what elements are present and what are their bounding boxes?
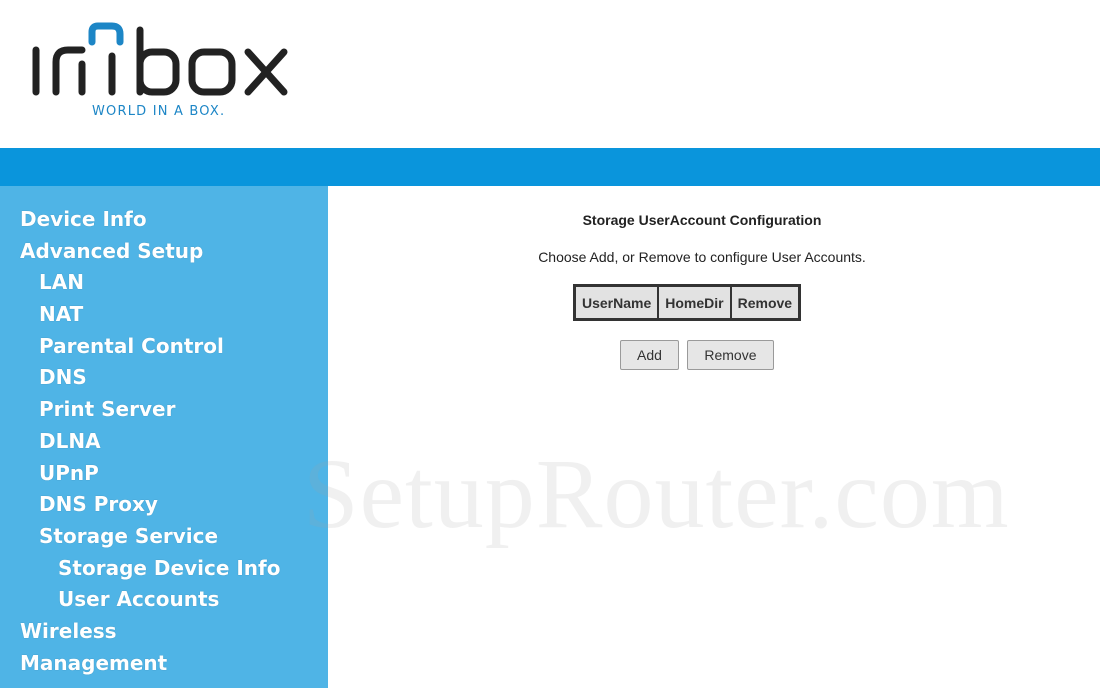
sidebar-item-user-accounts[interactable]: User Accounts [0, 584, 328, 616]
sidebar-item-device-info[interactable]: Device Info [0, 204, 328, 236]
sidebar-item-storage-service[interactable]: Storage Service [0, 521, 328, 553]
sidebar-item-upnp[interactable]: UPnP [0, 458, 328, 490]
sidebar-item-lan[interactable]: LAN [0, 267, 328, 299]
sidebar-item-dns-proxy[interactable]: DNS Proxy [0, 489, 328, 521]
action-buttons: Add Remove [620, 340, 778, 370]
sidebar-item-print-server[interactable]: Print Server [0, 394, 328, 426]
table-header-row: UserName HomeDir Remove [575, 286, 800, 319]
column-header-remove: Remove [730, 286, 800, 319]
brand-tagline: WORLD IN A BOX. [92, 104, 226, 119]
page-title: Storage UserAccount Configuration [582, 212, 822, 228]
user-accounts-table: UserName HomeDir Remove [573, 284, 802, 321]
sidebar-item-management[interactable]: Management [0, 648, 328, 680]
sidebar-item-parental-control[interactable]: Parental Control [0, 331, 328, 363]
sidebar: Device Info Advanced Setup LAN NAT Paren… [0, 186, 328, 688]
remove-button[interactable]: Remove [687, 340, 774, 370]
sidebar-item-storage-device-info[interactable]: Storage Device Info [0, 553, 328, 585]
column-header-username: UserName [575, 286, 659, 319]
header-band [0, 148, 1100, 186]
header: WORLD IN A BOX. [0, 0, 1100, 148]
router-admin-page: WORLD IN A BOX. Device Info Advanced Set… [0, 0, 1100, 688]
sidebar-item-dlna[interactable]: DLNA [0, 426, 328, 458]
sidebar-item-dns[interactable]: DNS [0, 362, 328, 394]
sidebar-item-nat[interactable]: NAT [0, 299, 328, 331]
column-header-homedir: HomeDir [658, 286, 731, 319]
page-description: Choose Add, or Remove to configure User … [538, 249, 866, 265]
add-button[interactable]: Add [620, 340, 679, 370]
sidebar-item-advanced-setup[interactable]: Advanced Setup [0, 236, 328, 268]
sidebar-item-wireless[interactable]: Wireless [0, 616, 328, 648]
main-content: Storage UserAccount Configuration Choose… [328, 186, 1100, 688]
sidebar-menu: Device Info Advanced Setup LAN NAT Paren… [0, 186, 328, 679]
